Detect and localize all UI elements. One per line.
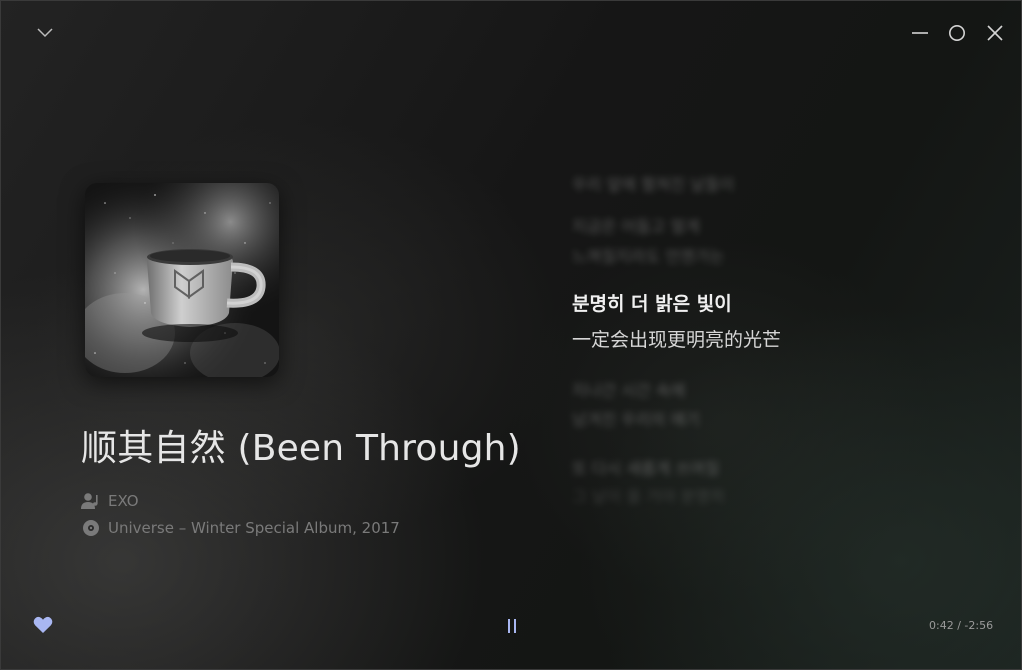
lyric-line[interactable]: 그 날이 올 거야 분명히 bbox=[572, 483, 725, 507]
lyric-line-active-translation[interactable]: 一定会出现更明亮的光芒 bbox=[572, 325, 781, 352]
chevron-down-icon bbox=[37, 28, 53, 38]
like-button[interactable] bbox=[31, 613, 55, 637]
close-icon bbox=[987, 25, 1003, 41]
close-button[interactable] bbox=[981, 19, 1009, 47]
album-cover bbox=[85, 183, 279, 377]
lyric-line[interactable]: 남겨진 우리의 얘기 bbox=[572, 406, 700, 430]
minimize-icon bbox=[912, 32, 928, 34]
song-title: 顺其自然 (Been Through) bbox=[81, 428, 521, 469]
pause-button[interactable] bbox=[499, 613, 525, 639]
maximize-icon bbox=[949, 25, 965, 41]
heart-icon bbox=[33, 616, 53, 633]
lyric-line[interactable]: 또 다시 새롭게 쓰여질 bbox=[572, 455, 720, 479]
pause-icon bbox=[508, 619, 516, 633]
lyric-line[interactable]: 느껴질지라도 언젠가는 bbox=[572, 243, 724, 267]
collapse-button[interactable] bbox=[31, 21, 59, 45]
player-window: 顺其自然 (Been Through) EXO Universe – Winte… bbox=[0, 0, 1022, 670]
maximize-button[interactable] bbox=[943, 19, 971, 47]
playback-time: 0:42 / -2:56 bbox=[929, 619, 994, 632]
lyric-line[interactable]: 지나간 시간 속에 bbox=[572, 377, 685, 401]
artist-row[interactable]: EXO bbox=[81, 491, 139, 511]
disc-icon bbox=[81, 518, 101, 538]
artist-icon bbox=[81, 491, 101, 511]
minimize-button[interactable] bbox=[906, 19, 934, 47]
album-row[interactable]: Universe – Winter Special Album, 2017 bbox=[81, 518, 400, 538]
lyric-line[interactable]: 우리 앞에 펼쳐진 날들이 bbox=[572, 171, 734, 195]
lyric-line-active[interactable]: 분명히 더 밝은 빛이 bbox=[572, 289, 732, 316]
album-name[interactable]: Universe – Winter Special Album, 2017 bbox=[108, 519, 400, 537]
lyric-line[interactable]: 지금은 어둡고 멀게 bbox=[572, 213, 700, 237]
artist-name[interactable]: EXO bbox=[108, 492, 139, 510]
